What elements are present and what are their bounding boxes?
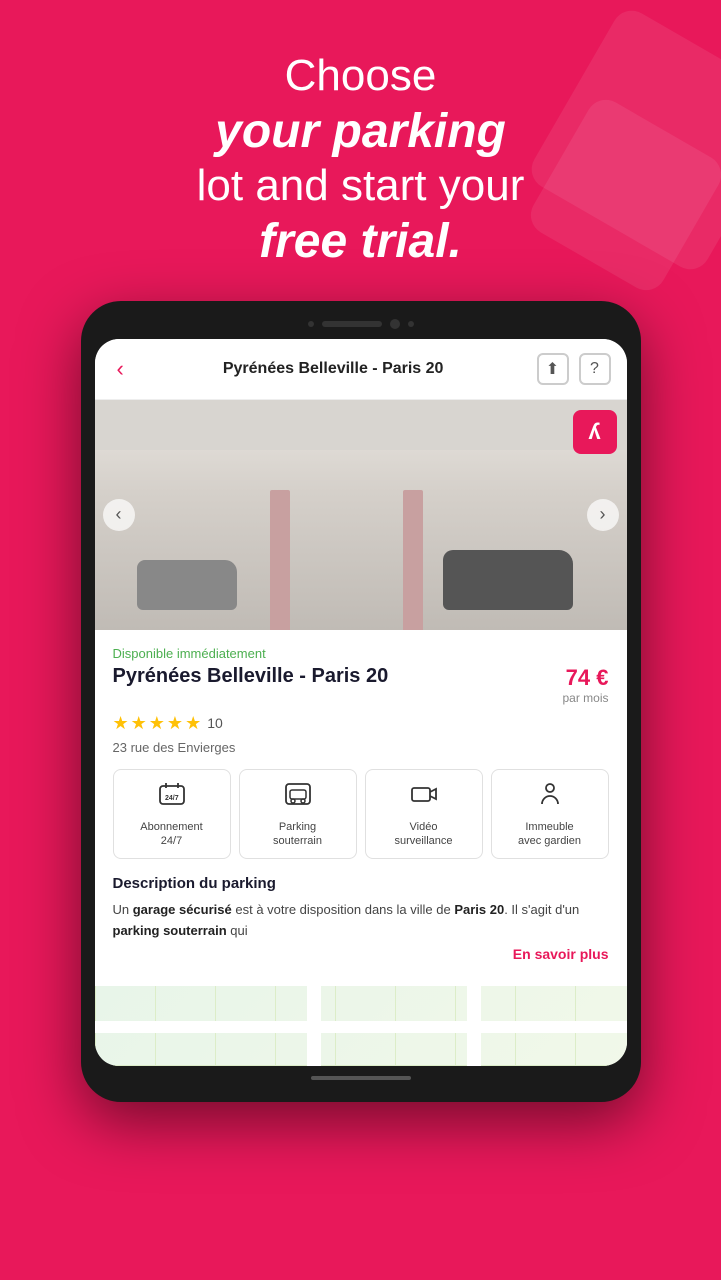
share-icon: ⬆ bbox=[546, 359, 559, 379]
read-more-button[interactable]: En savoir plus bbox=[113, 946, 609, 962]
star-4: ★ bbox=[167, 713, 183, 734]
home-indicator bbox=[311, 1076, 411, 1080]
parking-price: 74 € par mois bbox=[562, 665, 608, 705]
description-section: Description du parking Un garage sécuris… bbox=[113, 875, 609, 970]
map-preview[interactable] bbox=[95, 986, 627, 1066]
price-amount: 74 € bbox=[566, 665, 609, 690]
garage-column-2 bbox=[403, 490, 423, 630]
rating-count: 10 bbox=[207, 715, 223, 731]
feature-247-label: Abonnement24/7 bbox=[140, 820, 202, 849]
app-header-title: Pyrénées Belleville - Paris 20 bbox=[140, 360, 527, 378]
clock-icon: 24/7 bbox=[158, 780, 186, 814]
feature-247: 24/7 Abonnement24/7 bbox=[113, 769, 231, 860]
header-section: Choose your parking lot and start your f… bbox=[0, 0, 721, 301]
stars-display: ★ ★ ★ ★ ★ bbox=[113, 713, 202, 734]
parking-address: 23 rue des Envierges bbox=[113, 740, 609, 755]
phone-dot bbox=[308, 321, 314, 327]
map-road-vertical-2 bbox=[467, 986, 481, 1066]
help-button[interactable]: ? bbox=[579, 353, 611, 385]
map-road-vertical bbox=[307, 986, 321, 1066]
star-3: ★ bbox=[149, 713, 165, 734]
garage-ceiling bbox=[95, 400, 627, 450]
feature-underground: Parkingsouterrain bbox=[239, 769, 357, 860]
availability-badge: Disponible immédiatement bbox=[113, 646, 609, 661]
star-5: ★ bbox=[185, 713, 201, 734]
back-button[interactable]: ‹ bbox=[111, 356, 130, 382]
parking-details: Disponible immédiatement Pyrénées Bellev… bbox=[95, 630, 627, 986]
price-period: par mois bbox=[562, 691, 608, 705]
phone-top-bar bbox=[95, 319, 627, 339]
header-line1: Choose bbox=[40, 50, 681, 103]
share-button[interactable]: ⬆ bbox=[537, 353, 569, 385]
logo-char: ʎ bbox=[588, 419, 600, 445]
phone-body: ‹ Pyrénées Belleville - Paris 20 ⬆ ? bbox=[81, 301, 641, 1102]
star-1: ★ bbox=[113, 713, 129, 734]
car-icon bbox=[284, 780, 312, 814]
star-2: ★ bbox=[131, 713, 147, 734]
person-icon bbox=[536, 780, 564, 814]
phone-screen: ‹ Pyrénées Belleville - Paris 20 ⬆ ? bbox=[95, 339, 627, 1066]
svg-text:24/7: 24/7 bbox=[165, 795, 179, 802]
header-line4: free trial. bbox=[40, 213, 681, 271]
feature-video: Vidéosurveillance bbox=[365, 769, 483, 860]
feature-guard: Immeubleavec gardien bbox=[491, 769, 609, 860]
rating-row: ★ ★ ★ ★ ★ 10 bbox=[113, 713, 609, 734]
image-next-button[interactable]: › bbox=[587, 499, 619, 531]
phone-speaker bbox=[322, 321, 382, 327]
garage-column-1 bbox=[270, 490, 290, 630]
features-grid: 24/7 Abonnement24/7 bbox=[113, 769, 609, 860]
feature-video-label: Vidéosurveillance bbox=[394, 820, 452, 849]
phone-mockup: ‹ Pyrénées Belleville - Paris 20 ⬆ ? bbox=[0, 301, 721, 1102]
header-line2: your parking bbox=[40, 103, 681, 161]
camera-icon bbox=[410, 780, 438, 814]
description-text: Un garage sécurisé est à votre dispositi… bbox=[113, 900, 609, 942]
feature-underground-label: Parkingsouterrain bbox=[273, 820, 322, 849]
parking-name: Pyrénées Belleville - Paris 20 bbox=[113, 665, 563, 688]
phone-dot-2 bbox=[408, 321, 414, 327]
garage-background bbox=[95, 400, 627, 630]
parking-title-row: Pyrénées Belleville - Paris 20 74 € par … bbox=[113, 665, 609, 705]
app-header: ‹ Pyrénées Belleville - Paris 20 ⬆ ? bbox=[95, 339, 627, 400]
map-road-horizontal bbox=[95, 1021, 627, 1033]
feature-guard-label: Immeubleavec gardien bbox=[518, 820, 581, 849]
image-prev-button[interactable]: ‹ bbox=[103, 499, 135, 531]
phone-bottom-bar bbox=[95, 1066, 627, 1084]
description-title: Description du parking bbox=[113, 875, 609, 892]
header-line3: lot and start your bbox=[40, 160, 681, 213]
car-right bbox=[443, 550, 573, 610]
car-left bbox=[137, 560, 237, 610]
parking-image: ʎ ‹ › bbox=[95, 400, 627, 630]
phone-camera bbox=[390, 319, 400, 329]
help-icon: ? bbox=[590, 360, 599, 378]
parking-app-logo: ʎ bbox=[573, 410, 617, 454]
